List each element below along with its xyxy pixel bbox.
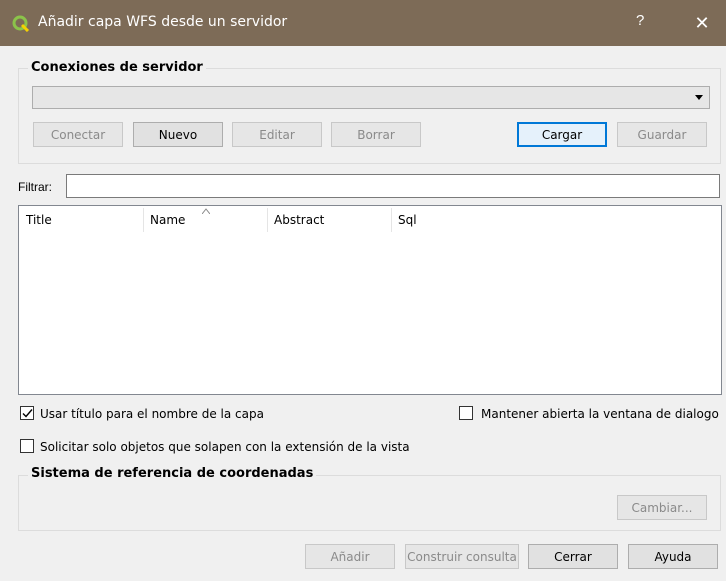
chevron-down-icon bbox=[695, 95, 703, 100]
title-bar: Añadir capa WFS desde un servidor ? ✕ bbox=[0, 0, 726, 46]
filter-label: Filtrar: bbox=[18, 180, 52, 194]
layers-table[interactable]: Title Name Abstract Sql bbox=[18, 205, 722, 395]
only-overlapping-label: Solicitar solo objetos que solapen con l… bbox=[40, 440, 410, 454]
close-button[interactable]: Cerrar bbox=[528, 544, 618, 569]
column-header-title[interactable]: Title bbox=[19, 206, 143, 234]
only-overlapping-checkbox[interactable] bbox=[20, 439, 34, 453]
edit-button[interactable]: Editar bbox=[232, 122, 322, 147]
server-connections-title: Conexiones de servidor bbox=[28, 60, 206, 75]
connection-select[interactable] bbox=[32, 86, 710, 109]
column-header-abstract[interactable]: Abstract bbox=[267, 206, 391, 234]
close-icon[interactable]: ✕ bbox=[686, 11, 718, 35]
load-button[interactable]: Cargar bbox=[517, 122, 607, 147]
connect-button[interactable]: Conectar bbox=[33, 122, 123, 147]
new-button[interactable]: Nuevo bbox=[133, 122, 223, 147]
delete-button[interactable]: Borrar bbox=[331, 122, 421, 147]
help-button[interactable]: Ayuda bbox=[628, 544, 718, 569]
checkmark-icon bbox=[22, 409, 33, 418]
add-button[interactable]: Añadir bbox=[305, 544, 395, 569]
keep-open-checkbox[interactable] bbox=[459, 406, 473, 420]
crs-title: Sistema de referencia de coordenadas bbox=[28, 466, 317, 481]
use-title-checkbox[interactable] bbox=[20, 406, 34, 420]
server-connections-group bbox=[18, 68, 721, 164]
build-query-button[interactable]: Construir consulta bbox=[405, 544, 519, 569]
save-button[interactable]: Guardar bbox=[617, 122, 707, 147]
crs-group bbox=[18, 475, 721, 531]
column-header-sql[interactable]: Sql bbox=[391, 206, 591, 234]
filter-input[interactable] bbox=[66, 174, 720, 198]
window-title: Añadir capa WFS desde un servidor bbox=[38, 14, 288, 30]
qgis-logo-icon bbox=[12, 15, 30, 32]
keep-open-label: Mantener abierta la ventana de dialogo bbox=[481, 407, 719, 421]
sort-ascending-icon bbox=[202, 208, 210, 214]
use-title-label: Usar título para el nombre de la capa bbox=[40, 407, 264, 421]
help-title-button[interactable]: ? bbox=[636, 12, 644, 29]
change-crs-button[interactable]: Cambiar... bbox=[617, 495, 707, 520]
